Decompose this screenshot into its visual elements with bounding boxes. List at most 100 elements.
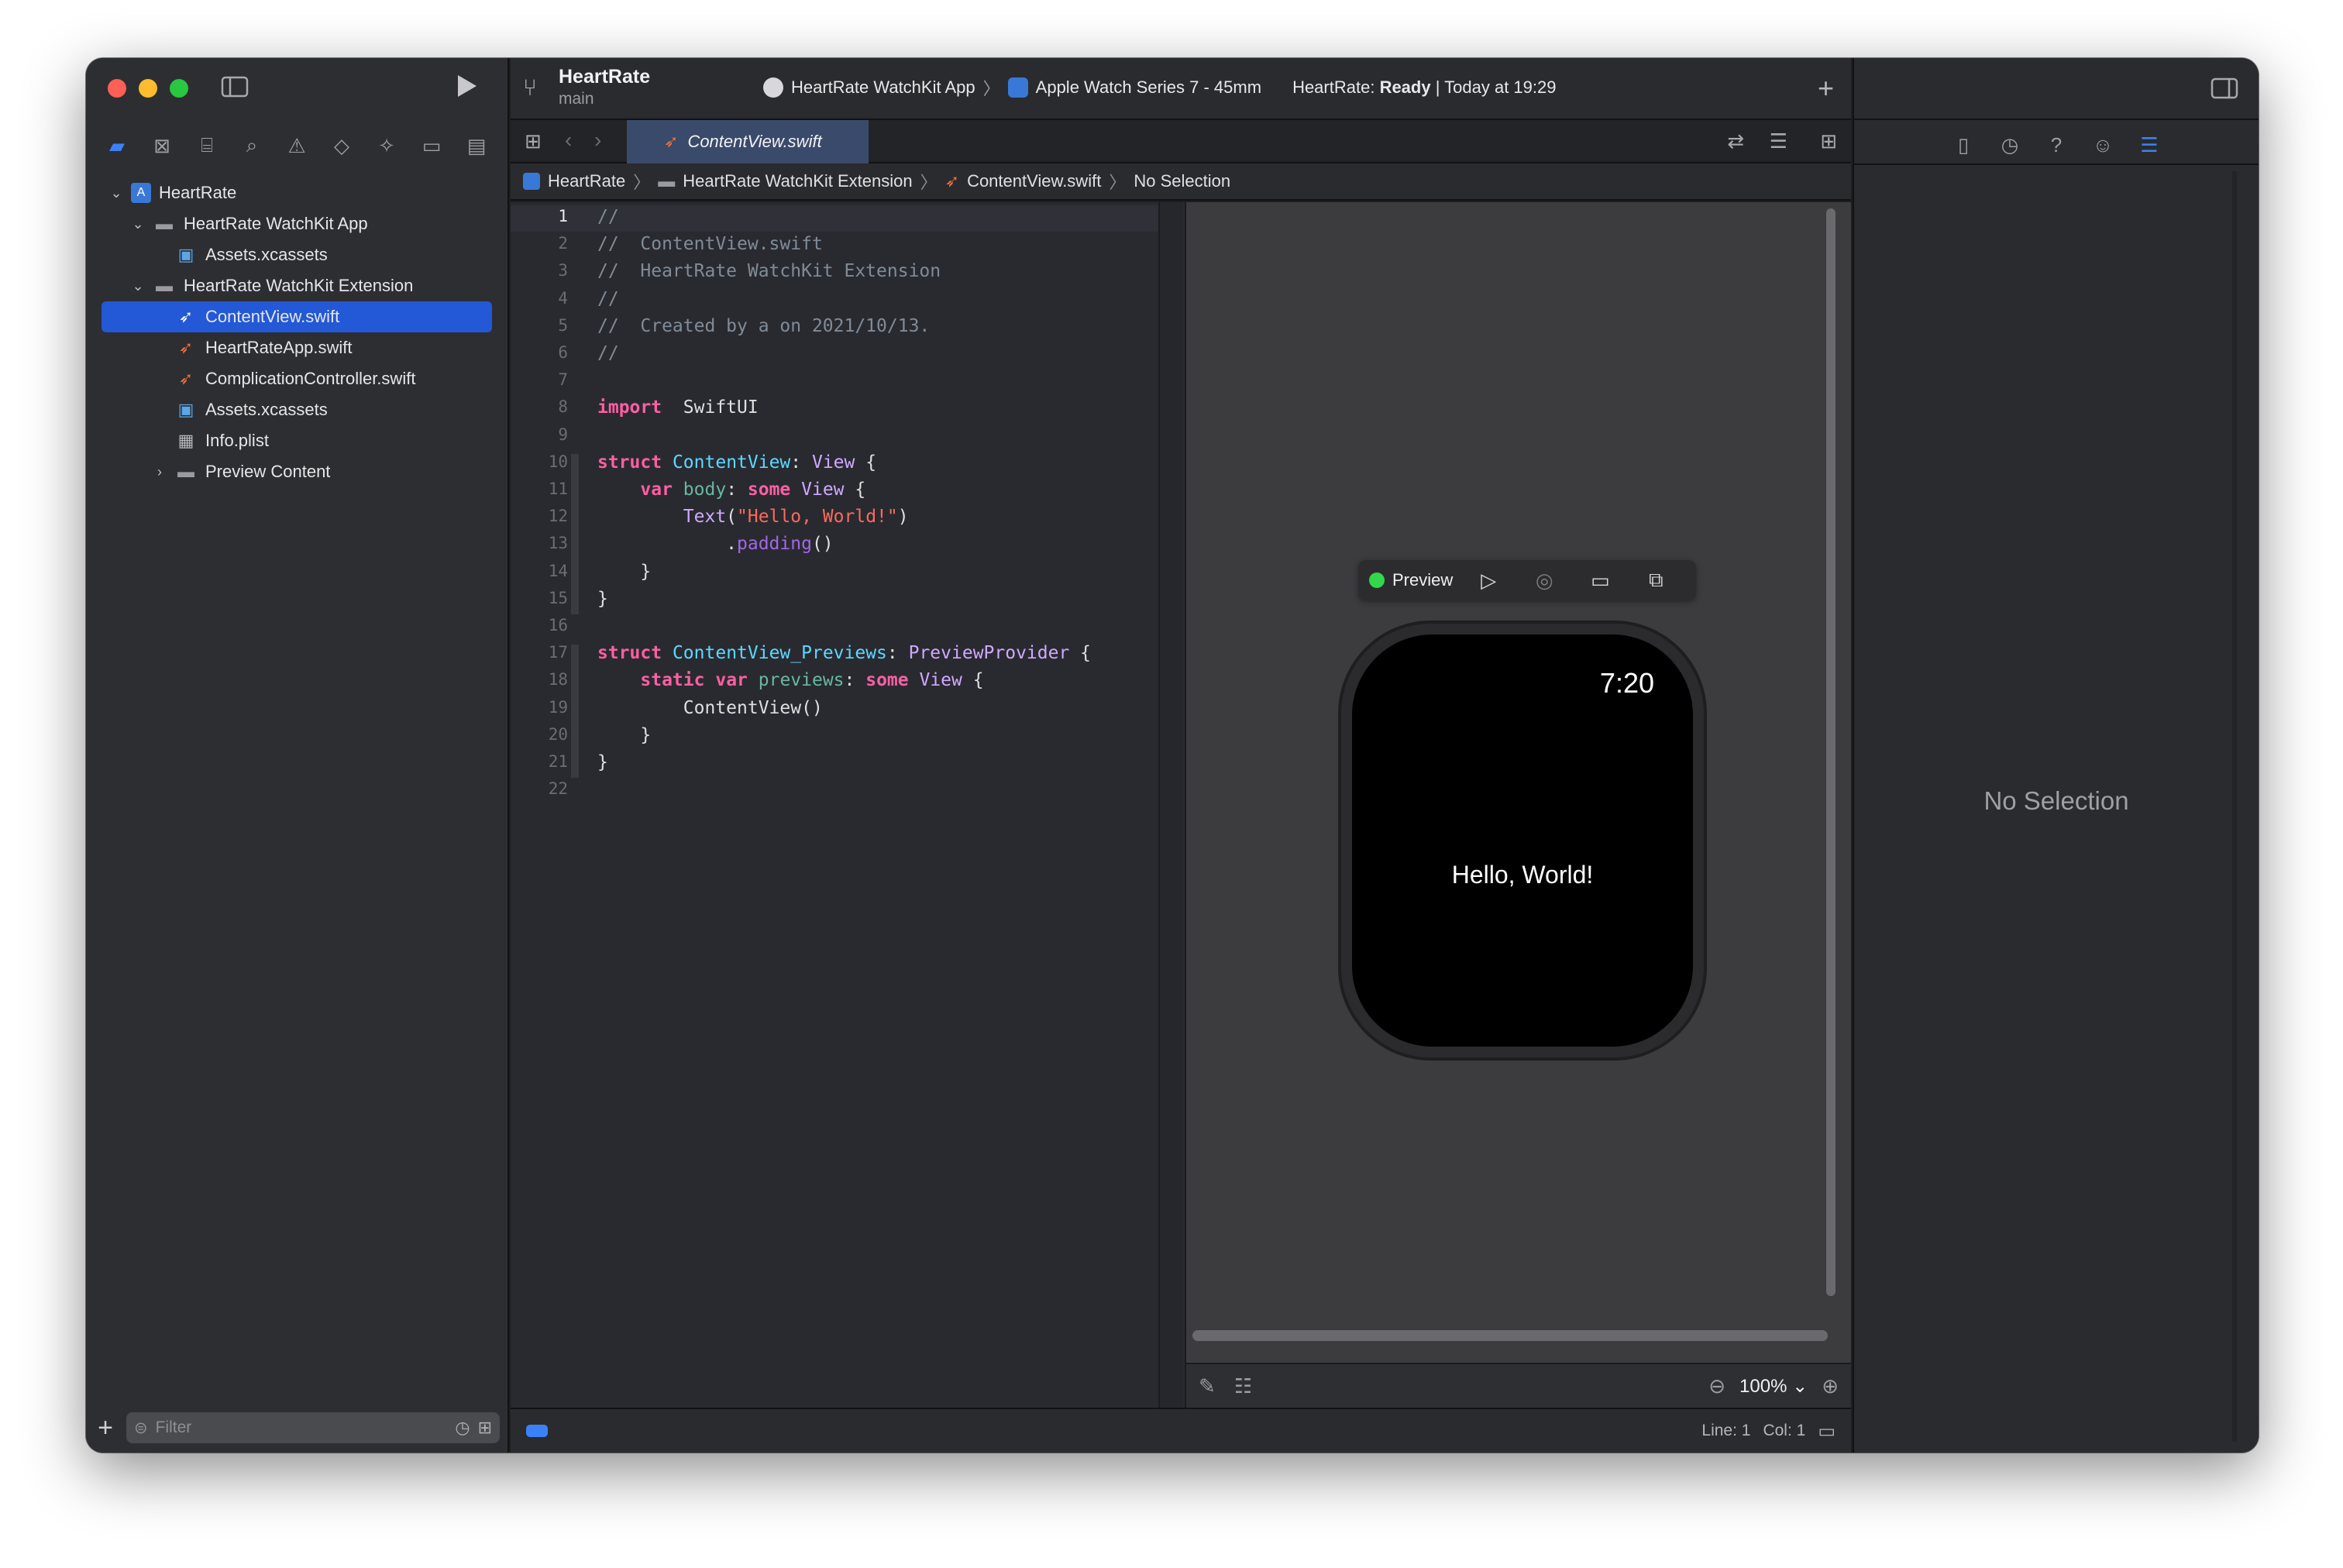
preview-label[interactable]: Preview: [1392, 570, 1453, 590]
code-line[interactable]: }: [597, 589, 608, 609]
chevron-down-icon[interactable]: ⌄: [129, 278, 146, 294]
code-line[interactable]: Text("Hello, World!"): [597, 507, 909, 527]
source-control-filter-icon[interactable]: ⊞: [478, 1418, 492, 1438]
history-icon[interactable]: ◷: [1996, 133, 2024, 157]
watch-screen: 7:20 Hello, World!: [1352, 634, 1693, 1047]
code-line[interactable]: struct ContentView: View {: [597, 452, 876, 473]
jump-symbol[interactable]: No Selection: [1134, 171, 1230, 191]
chevron-right-icon: 〉: [920, 173, 938, 192]
split-options-icon[interactable]: ⇄: [1727, 131, 1744, 151]
scheme-device[interactable]: Apple Watch Series 7 - 45mm: [1036, 77, 1261, 98]
code-editor[interactable]: 1 // 2 // ContentView.swift 3 // HeartRate Wa…: [511, 202, 1185, 1408]
code-line[interactable]: //: [597, 289, 619, 309]
code-line[interactable]: import SwiftUI: [597, 397, 759, 418]
code-line[interactable]: //: [597, 207, 619, 227]
watch-device-icon: [1007, 77, 1028, 98]
zoom-in-icon[interactable]: ⊕: [1822, 1374, 1839, 1398]
project-navigator: ▰ ⊠ ⌸ ⌕ ⚠ ◇ ✧ ▭ ▤ ⌄ A HeartRate ⌄ ▬ Hear…: [86, 58, 509, 1453]
vertical-scrollbar[interactable]: [1826, 208, 1836, 1296]
code-line[interactable]: }: [597, 752, 608, 772]
minimize-window-button[interactable]: [139, 79, 157, 98]
source-control-icon[interactable]: ⊠: [146, 134, 177, 158]
filter-field[interactable]: ⊜ Filter ◷ ⊞: [126, 1412, 500, 1443]
code-line[interactable]: // HeartRate WatchKit Extension: [597, 261, 941, 281]
add-icon[interactable]: +: [94, 1413, 117, 1443]
code-line[interactable]: static var previews: some View {: [597, 670, 983, 690]
file-inspector-icon[interactable]: ▯: [1949, 133, 1977, 157]
scheme-target[interactable]: HeartRate WatchKit App: [791, 77, 975, 98]
line-number: 22: [548, 779, 568, 799]
folder-icon[interactable]: ▰: [101, 134, 132, 158]
related-items-icon[interactable]: ⊞: [525, 131, 542, 151]
live-preview-icon[interactable]: ▷: [1468, 569, 1509, 593]
tree-item-group[interactable]: ⌄ ▬ HeartRate WatchKit App: [86, 208, 507, 239]
tree-item-group[interactable]: ⌄ ▬ HeartRate WatchKit Extension: [86, 270, 507, 301]
line-number: 3: [558, 261, 568, 280]
jump-project[interactable]: HeartRate: [548, 171, 625, 191]
breakpoint-icon[interactable]: ▭: [416, 134, 447, 158]
forward-icon[interactable]: ›: [594, 129, 601, 151]
search-icon[interactable]: ⌕: [236, 133, 267, 158]
no-selection-label: No Selection: [1983, 786, 2129, 815]
chevron-right-icon: 〉: [633, 173, 651, 192]
code-fold-ribbon[interactable]: [571, 672, 579, 751]
zoom-out-icon[interactable]: ⊖: [1708, 1374, 1725, 1398]
device-icon[interactable]: ▭: [1580, 569, 1620, 593]
code-line[interactable]: // ContentView.swift: [597, 234, 823, 254]
warning-icon[interactable]: ⚠: [281, 134, 312, 158]
jump-group[interactable]: HeartRate WatchKit Extension: [683, 171, 912, 191]
chevron-down-icon[interactable]: ⌄: [129, 216, 146, 232]
tree-item-file[interactable]: ▣ Assets.xcassets: [86, 239, 507, 270]
attributes-icon[interactable]: ☰: [2135, 133, 2163, 157]
tree-item-file[interactable]: ➶ ComplicationController.swift: [86, 363, 507, 394]
tree-item-file-selected[interactable]: ➶ ContentView.swift: [101, 301, 492, 332]
symbol-icon[interactable]: ⌸: [191, 133, 222, 158]
chevron-right-icon[interactable]: ›: [151, 464, 168, 480]
variants-icon[interactable]: ☷: [1234, 1374, 1252, 1398]
tree-item-file[interactable]: ▦ Info.plist: [86, 425, 507, 456]
editor-options-icon[interactable]: ☰: [1770, 131, 1787, 151]
accessibility-icon[interactable]: ☺: [2089, 133, 2117, 157]
scheme-selector[interactable]: HeartRate WatchKit App 〉 Apple Watch Ser…: [763, 75, 1556, 100]
debug-area-icon[interactable]: ▭: [1818, 1420, 1836, 1442]
recent-files-icon[interactable]: ◷: [455, 1418, 470, 1438]
code-line[interactable]: .padding(): [597, 534, 834, 554]
code-line[interactable]: }: [597, 725, 651, 745]
zoom-level[interactable]: 100% ⌄: [1739, 1375, 1808, 1398]
inspect-icon[interactable]: ◎: [1524, 569, 1564, 593]
zoom-window-button[interactable]: [170, 79, 188, 98]
library-add-icon[interactable]: +: [1818, 72, 1834, 105]
tree-item-file[interactable]: ▣ Assets.xcassets: [86, 394, 507, 425]
tree-item-project[interactable]: ⌄ A HeartRate: [86, 177, 507, 208]
pin-icon[interactable]: ✎: [1199, 1374, 1216, 1398]
inspector-toggle-icon[interactable]: [2211, 77, 2238, 104]
code-line[interactable]: struct ContentView_Previews: PreviewProv…: [597, 643, 1091, 663]
code-line[interactable]: //: [597, 343, 619, 363]
code-line[interactable]: }: [597, 562, 651, 582]
cursor-position: Line: 1 Col: 1 ▭: [1701, 1420, 1836, 1442]
tab-contentview[interactable]: ➶ ContentView.swift: [627, 120, 869, 163]
code-line[interactable]: ContentView(): [597, 698, 823, 718]
close-window-button[interactable]: [108, 79, 126, 98]
tree-item-file[interactable]: ➶ HeartRateApp.swift: [86, 332, 507, 363]
run-icon[interactable]: [455, 74, 478, 102]
debug-icon[interactable]: ✧: [371, 134, 402, 158]
minimap[interactable]: [1158, 202, 1183, 1408]
jump-file[interactable]: ContentView.swift: [967, 171, 1101, 191]
sidebar-toggle-icon[interactable]: [221, 75, 249, 102]
code-line[interactable]: // Created by a on 2021/10/13.: [597, 316, 930, 336]
add-editor-icon[interactable]: ⊞: [1820, 131, 1837, 151]
report-icon[interactable]: ▤: [461, 134, 492, 158]
code-line[interactable]: var body: some View {: [597, 480, 865, 500]
debug-area-toggle[interactable]: [526, 1425, 548, 1437]
status-dot: [1369, 573, 1385, 588]
back-icon[interactable]: ‹: [565, 129, 572, 151]
chevron-down-icon[interactable]: ⌄: [108, 185, 125, 201]
help-icon[interactable]: ?: [2042, 133, 2070, 157]
duplicate-icon[interactable]: ⧉: [1636, 568, 1676, 593]
filter-options-icon[interactable]: ⊜: [134, 1418, 148, 1438]
code-fold-ribbon[interactable]: [571, 481, 579, 587]
horizontal-scrollbar[interactable]: [1192, 1330, 1828, 1341]
tree-item-group[interactable]: › ▬ Preview Content: [86, 456, 507, 487]
test-icon[interactable]: ◇: [326, 134, 357, 158]
